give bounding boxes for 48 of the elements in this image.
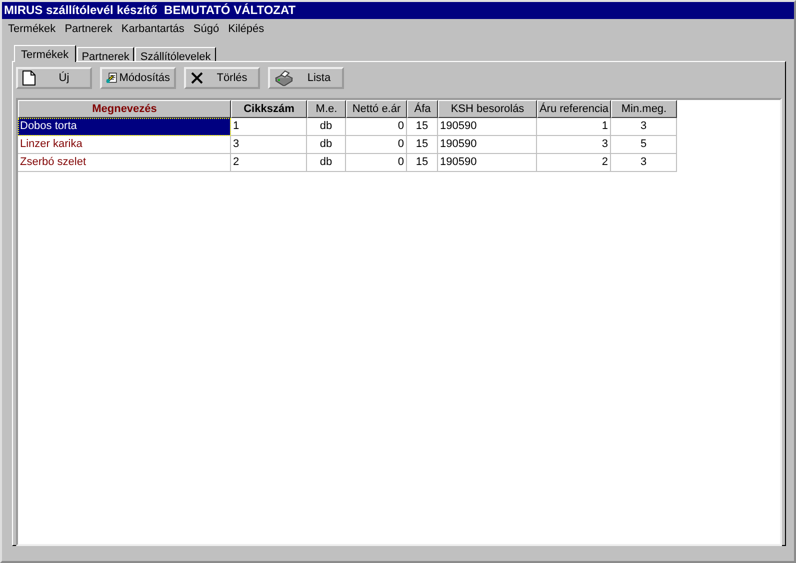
table-cell: db [307, 136, 346, 154]
column-header[interactable]: M.e. [307, 100, 346, 118]
printer-icon [274, 70, 294, 86]
table-cell: 0 [346, 154, 407, 172]
table-cell: 15 [407, 136, 438, 154]
table-cell: 2 [231, 154, 307, 172]
menu-item[interactable]: Partnerek [62, 23, 118, 35]
toolbar-button[interactable]: Lista [268, 67, 344, 89]
table-cell: 15 [407, 118, 438, 136]
table-cell: 190590 [438, 136, 537, 154]
table-cell: 190590 [438, 118, 537, 136]
table-cell: 190590 [438, 154, 537, 172]
tab[interactable]: Termékek [14, 45, 76, 62]
menu-item[interactable]: Karbantartás [118, 23, 190, 35]
menu-item[interactable]: Kilépés [225, 23, 270, 35]
menu-item[interactable]: Termékek [5, 23, 62, 35]
table-cell: 1 [231, 118, 307, 136]
toolbar-button[interactable]: Törlés [184, 67, 260, 89]
table-cell: 0 [346, 118, 407, 136]
menu-item[interactable]: Súgó [190, 23, 226, 35]
table-cell: 3 [537, 136, 611, 154]
table-cell: 15 [407, 154, 438, 172]
table-cell: 0 [346, 136, 407, 154]
table-cell: 5 [611, 136, 677, 154]
tab[interactable]: Szállítólevelek [135, 47, 216, 61]
column-header[interactable]: Nettó e.ár [346, 100, 407, 118]
table-cell: Zserbó szelet [18, 154, 231, 172]
column-header[interactable]: Cikkszám [231, 100, 307, 118]
window-title: MIRUS szállítólevél készítő BEMUTATÓ VÁLTOZAT [2, 2, 794, 19]
toolbar-button[interactable]: Módosítás [100, 67, 176, 89]
toolbar-button[interactable]: Új [16, 67, 92, 89]
table-cell: db [307, 118, 346, 136]
table-cell: Dobos torta [18, 118, 231, 136]
column-header[interactable]: Áru referencia [537, 100, 611, 118]
column-header[interactable]: KSH besorolás [438, 100, 537, 118]
table-cell: Linzer karika [18, 136, 231, 154]
table-cell: 3 [611, 154, 677, 172]
table-cell: db [307, 154, 346, 172]
page-icon [22, 70, 36, 86]
table-cell: 3 [231, 136, 307, 154]
column-header[interactable]: Min.meg. [611, 100, 677, 118]
table-cell: 3 [611, 118, 677, 136]
column-header[interactable]: Megnevezés [18, 100, 231, 118]
column-header[interactable]: Áfa [407, 100, 438, 118]
table-cell: 2 [537, 154, 611, 172]
tab[interactable]: Partnerek [76, 47, 134, 61]
table-cell: 1 [537, 118, 611, 136]
cross-icon [190, 71, 204, 85]
